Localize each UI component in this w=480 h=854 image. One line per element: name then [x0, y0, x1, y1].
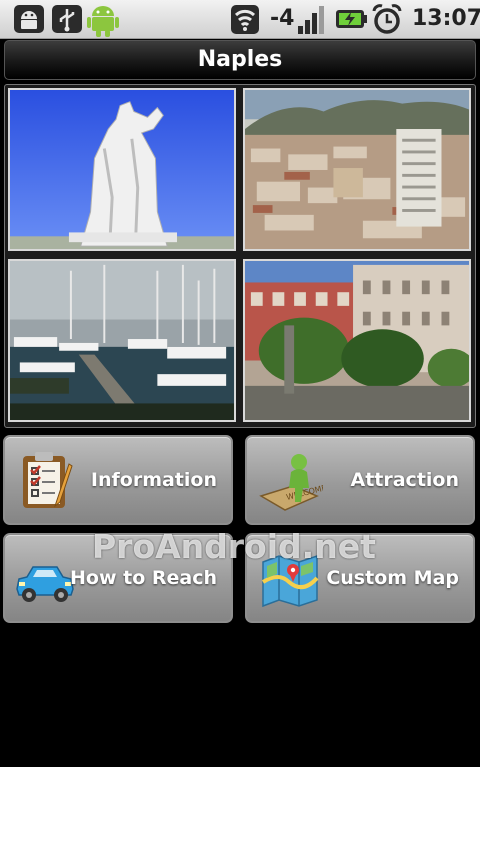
page-title: Naples [197, 47, 283, 72]
information-button[interactable]: Information [3, 435, 233, 525]
harbor-photo[interactable] [8, 259, 236, 422]
clock-time: 13:07 [412, 6, 480, 31]
alarm-clock-icon [370, 2, 404, 41]
signal-strength-text: -4 [270, 6, 295, 31]
attraction-sign-icon: WELCOME [257, 450, 328, 512]
information-label: Information [90, 469, 217, 491]
app-screen: -4 13:07 Naples Information WELCOME Attr… [0, 0, 480, 767]
signal-bars-icon [296, 2, 328, 41]
attraction-label: Attraction [350, 469, 460, 491]
status-bar: -4 13:07 [0, 0, 480, 39]
clipboard-checklist-icon [17, 450, 79, 512]
battery-charging-icon [334, 2, 368, 41]
title-bar: Naples [4, 40, 476, 80]
car-icon [13, 549, 75, 611]
statue-photo[interactable] [8, 88, 236, 251]
attraction-button[interactable]: WELCOME Attraction [245, 435, 475, 525]
watermark-text: ProAndroid.net [92, 527, 376, 566]
square-photo[interactable] [243, 259, 471, 422]
usb-icon [50, 2, 84, 41]
photo-gallery [4, 84, 476, 428]
wifi-icon [230, 2, 260, 41]
android-robot-icon [86, 2, 120, 43]
city-view-photo[interactable] [243, 88, 471, 251]
android-debug-icon [12, 2, 46, 41]
